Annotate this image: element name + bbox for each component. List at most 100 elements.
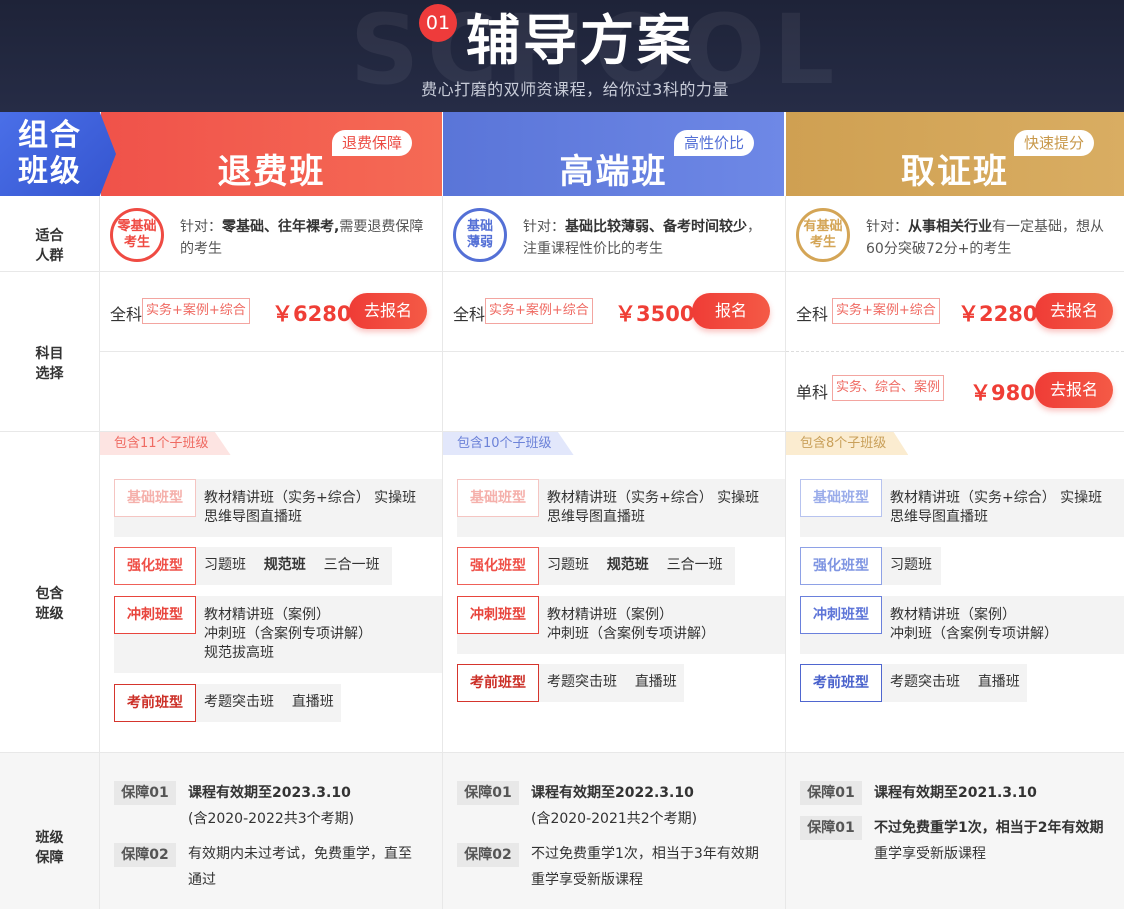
row-label-suitable: 适合 人群	[0, 226, 99, 266]
audience-prefix: 针对：	[523, 219, 565, 235]
subject-scope-label: 全科	[453, 305, 486, 324]
subject-combo-box: 实务+案例+综合	[832, 298, 940, 324]
class-type-row: 基础班型 教材精讲班（实务+综合） 实操班 思维导图直播班	[800, 479, 1124, 537]
guarantee-badge: 保障01	[457, 781, 519, 805]
column-feature-tag: 高性价比	[673, 130, 754, 156]
audience-badge-line: 零基础	[117, 219, 157, 234]
class-list-line: 冲刺班（含案例专项讲解）	[890, 626, 1058, 642]
subject-scope-label: 全科	[796, 305, 829, 324]
section-number-badge: 01	[419, 4, 457, 42]
guarantee-text: 课程有效期至2023.3.10 (含2020-2022共3个考期)	[188, 780, 354, 832]
class-item: 规范班	[263, 557, 306, 573]
price: ￥3500	[615, 302, 695, 326]
class-item: 直播班	[634, 674, 677, 690]
sub-class-count: 包含8个子班级	[786, 432, 909, 455]
class-type-tag-sprint: 冲刺班型	[457, 596, 539, 634]
class-type-tag-sprint: 冲刺班型	[800, 596, 882, 634]
class-type-row: 强化班型 习题班 规范班 三合一班	[114, 547, 392, 585]
class-list: 教材精讲班（案例） 冲刺班（含案例专项讲解）	[547, 606, 715, 644]
price: ￥980	[970, 381, 1035, 405]
enroll-button[interactable]: 去报名	[1035, 372, 1113, 408]
price: ￥6280	[272, 302, 352, 326]
row-label-classes: 包含 班级	[0, 584, 99, 624]
class-type-tag-basic: 基础班型	[114, 479, 196, 517]
class-type-tag-basic: 基础班型	[457, 479, 539, 517]
group-label-line1: 组合	[18, 118, 82, 153]
sub-class-count: 包含10个子班级	[443, 432, 574, 455]
class-type-tag-basic: 基础班型	[800, 479, 882, 517]
class-list-line: 冲刺班（含案例专项讲解）	[204, 626, 372, 642]
price: ￥2280	[958, 302, 1038, 326]
class-list: 教材精讲班（实务+综合） 实操班 思维导图直播班	[204, 489, 416, 527]
column-header-premium: 高端班 高性价比	[443, 112, 784, 196]
class-list: 习题班	[890, 556, 932, 575]
guarantee-text: 有效期内未过考试，免费重学，直至 通过	[188, 841, 412, 893]
class-item: 直播班	[977, 674, 1020, 690]
guarantee-badge: 保障01	[114, 781, 176, 805]
class-list-line: 思维导图直播班	[204, 509, 302, 525]
audience-highlight: 零基础、往年裸考,	[222, 219, 340, 235]
class-list-line: 冲刺班（含案例专项讲解）	[547, 626, 715, 642]
enroll-button[interactable]: 去报名	[349, 293, 427, 329]
audience-text: 需要退费保障	[339, 219, 424, 235]
class-list-line: 教材精讲班（实务+综合） 实操班	[547, 490, 760, 506]
row-label-line: 班级	[35, 830, 64, 846]
class-list: 教材精讲班（实务+综合） 实操班 思维导图直播班	[890, 489, 1102, 527]
audience-text: 注重课程性价比的考生	[523, 241, 663, 257]
class-item: 考题突击班	[890, 674, 960, 690]
enroll-button[interactable]: 报名	[692, 293, 770, 329]
class-list-line: 教材精讲班（案例）	[547, 607, 673, 623]
row-label-line: 选择	[35, 366, 64, 382]
row-label-line: 班级	[35, 606, 64, 622]
enroll-button[interactable]: 去报名	[1035, 293, 1113, 329]
row-label-guarantee: 班级 保障	[0, 828, 99, 868]
guarantee-line: 课程有效期至2022.3.10	[531, 785, 694, 801]
class-type-tag-sprint: 冲刺班型	[114, 596, 196, 634]
class-type-row: 考前班型 考题突击班 直播班	[800, 664, 1027, 702]
group-class-label: 组合 班级	[0, 112, 116, 196]
column-header-refund: 退费班 退费保障	[101, 112, 442, 196]
class-list-line: 教材精讲班（实务+综合） 实操班	[890, 490, 1103, 506]
audience-prefix: 针对：	[866, 219, 908, 235]
guarantee-line: 有效期内未过考试，免费重学，直至	[188, 846, 412, 862]
audience-text: ，	[747, 219, 761, 235]
page-title: 辅导方案	[466, 9, 694, 72]
class-type-tag-strengthen: 强化班型	[457, 547, 539, 585]
class-item: 习题班	[547, 557, 589, 573]
row-divider	[0, 752, 1124, 753]
class-type-row: 强化班型 习题班	[800, 547, 941, 585]
class-list-line: 教材精讲班（案例）	[204, 607, 330, 623]
class-list-line: 教材精讲班（案例）	[890, 607, 1016, 623]
row-label-line: 人群	[35, 248, 64, 264]
subject-combo-box: 实务+案例+综合	[485, 298, 593, 324]
guarantee-line: 课程有效期至2021.3.10	[874, 785, 1037, 801]
class-item: 三合一班	[323, 557, 380, 573]
class-type-tag-pre-exam: 考前班型	[114, 684, 196, 722]
subject-combo-box: 实务、综合、案例	[832, 375, 945, 401]
guarantee-line: (含2020-2022共3个考期)	[188, 811, 355, 827]
dashed-divider	[786, 351, 1124, 352]
column-divider	[99, 196, 100, 909]
column-header-certificate: 取证班 快速提分	[786, 112, 1124, 196]
audience-description: 针对：零基础、往年裸考,需要退费保障 的考生	[180, 216, 423, 260]
class-list: 教材精讲班（实务+综合） 实操班 思维导图直播班	[547, 489, 759, 527]
guarantee-badge: 保障02	[457, 843, 519, 867]
class-list: 教材精讲班（案例） 冲刺班（含案例专项讲解） 规范拔高班	[204, 606, 372, 663]
class-type-row: 冲刺班型 教材精讲班（案例） 冲刺班（含案例专项讲解） 规范拔高班	[114, 596, 442, 673]
class-list-line: 规范拔高班	[204, 645, 274, 661]
guarantee-badge: 保障01	[800, 816, 862, 840]
row-label-line: 保障	[35, 850, 64, 866]
page-subtitle: 费心打磨的双师资课程，给你过3科的力量	[421, 80, 729, 99]
class-list-line: 教材精讲班（实务+综合） 实操班	[204, 490, 417, 506]
group-label-line2: 班级	[18, 154, 82, 189]
subject-scope-label: 单科	[796, 383, 829, 402]
header-banner: SCHOOL 01 辅导方案 费心打磨的双师资课程，给你过3科的力量	[0, 0, 1124, 112]
class-item: 规范班	[606, 557, 649, 573]
row-label-line: 适合	[35, 228, 64, 244]
guarantee-text: 课程有效期至2022.3.10 (含2020-2021共2个考期)	[531, 780, 697, 832]
row-label-subject: 科目 选择	[0, 344, 99, 384]
class-type-tag-strengthen: 强化班型	[114, 547, 196, 585]
class-item: 考题突击班	[547, 674, 617, 690]
guarantee-line: (含2020-2021共2个考期)	[531, 811, 698, 827]
row-label-line: 包含	[35, 586, 64, 602]
